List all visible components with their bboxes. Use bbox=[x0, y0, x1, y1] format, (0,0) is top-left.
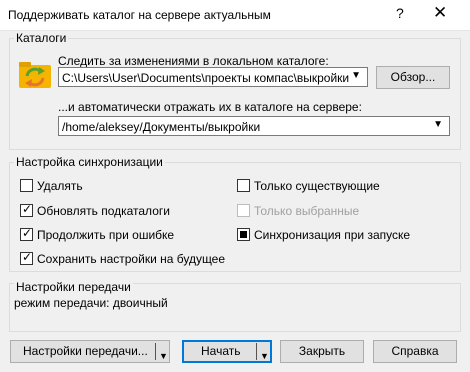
save-settings-box[interactable]: ✓ bbox=[20, 250, 33, 265]
delete-checkbox-box[interactable] bbox=[20, 179, 33, 192]
folder-sync-icon bbox=[17, 56, 53, 90]
local-folder-label: Следить за изменениями в локальном катал… bbox=[58, 54, 329, 68]
only-selected-label: Только выбранные bbox=[254, 204, 360, 218]
title-bar: Поддерживать каталог на сервере актуальн… bbox=[0, 0, 470, 31]
update-subfolders-box[interactable]: ✓ bbox=[20, 202, 33, 217]
help-icon[interactable]: ? bbox=[396, 5, 404, 21]
sync-on-start-label[interactable]: Синхронизация при запуске bbox=[254, 228, 410, 242]
split-separator bbox=[155, 343, 156, 360]
sync-settings-group-label: Настройка синхронизации bbox=[14, 155, 165, 169]
indeterminate-icon bbox=[240, 231, 247, 238]
chevron-down-icon[interactable]: ▼ bbox=[159, 346, 168, 367]
window-title: Поддерживать каталог на сервере актуальн… bbox=[8, 8, 271, 22]
delete-checkbox-label[interactable]: Удалять bbox=[37, 179, 83, 193]
close-button[interactable]: Закрыть bbox=[280, 340, 364, 363]
server-folder-label: ...и автоматически отражать их в каталог… bbox=[58, 100, 362, 114]
save-settings-label[interactable]: Сохранить настройки на будущее bbox=[37, 252, 225, 266]
local-folder-combo[interactable]: C:\Users\User\Documents\проекты компас\в… bbox=[58, 67, 368, 87]
split-separator bbox=[256, 343, 257, 360]
chevron-down-icon[interactable]: ▼ bbox=[351, 70, 361, 81]
local-folder-value: C:\Users\User\Documents\проекты компас\в… bbox=[62, 71, 350, 85]
chevron-down-icon[interactable]: ▼ bbox=[433, 119, 443, 130]
only-existing-label[interactable]: Только существующие bbox=[254, 179, 380, 193]
start-split-button[interactable]: Начать ▼ bbox=[182, 340, 272, 363]
continue-on-error-box[interactable]: ✓ bbox=[20, 226, 33, 241]
only-selected-box bbox=[237, 204, 250, 217]
catalogs-group-label: Каталоги bbox=[14, 31, 69, 45]
check-icon: ✓ bbox=[22, 226, 33, 240]
update-subfolders-label[interactable]: Обновлять подкаталоги bbox=[37, 204, 170, 218]
server-folder-value: /home/aleksey/Документы/выкройки bbox=[62, 120, 261, 134]
only-existing-box[interactable] bbox=[237, 179, 250, 192]
transfer-settings-group-label: Настройки передачи bbox=[14, 280, 133, 294]
continue-on-error-label[interactable]: Продолжить при ошибке bbox=[37, 228, 174, 242]
close-icon[interactable]: ✕ bbox=[433, 3, 447, 23]
sync-on-start-box[interactable] bbox=[237, 228, 250, 241]
check-icon: ✓ bbox=[22, 202, 33, 216]
transfer-mode-text: режим передачи: двоичный bbox=[14, 296, 168, 310]
browse-button[interactable]: Обзор... bbox=[376, 66, 450, 89]
start-label[interactable]: Начать bbox=[201, 344, 241, 358]
check-icon: ✓ bbox=[22, 250, 33, 264]
chevron-down-icon[interactable]: ▼ bbox=[260, 346, 269, 367]
help-button[interactable]: Справка bbox=[373, 340, 457, 363]
transfer-settings-split-button[interactable]: Настройки передачи... ▼ bbox=[10, 340, 170, 363]
transfer-settings-label[interactable]: Настройки передачи... bbox=[23, 344, 148, 358]
server-folder-combo[interactable]: /home/aleksey/Документы/выкройки ▼ bbox=[58, 116, 450, 136]
